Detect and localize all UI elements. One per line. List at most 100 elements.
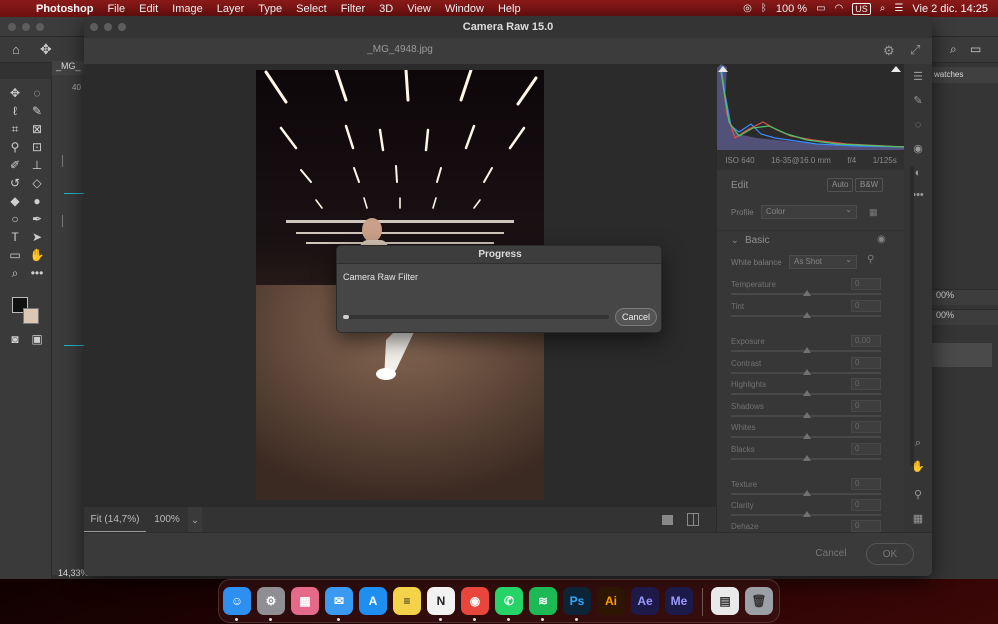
slider-knob[interactable] xyxy=(803,369,811,375)
before-after-icon[interactable] xyxy=(687,513,699,526)
zoom-window-icon[interactable] xyxy=(118,23,126,31)
after-effects-icon[interactable]: Ae xyxy=(631,587,659,615)
temperature-slider[interactable]: Temperature 0 xyxy=(731,278,881,302)
progress-cancel-button[interactable]: Cancel xyxy=(615,308,657,326)
path-select-icon[interactable]: ➤ xyxy=(28,229,46,245)
menu-image[interactable]: Image xyxy=(165,3,210,15)
slider-knob[interactable] xyxy=(803,490,811,496)
move-icon[interactable]: ✥ xyxy=(6,85,24,101)
zoom-100-button[interactable]: 100% xyxy=(146,507,188,533)
workspace-icon[interactable]: ▭ xyxy=(970,42,981,56)
auto-button[interactable]: Auto xyxy=(827,178,854,192)
paint-bucket-icon[interactable]: ◆ xyxy=(6,193,24,209)
lasso-icon[interactable]: ℓ xyxy=(6,103,24,119)
slider-value[interactable]: 0 xyxy=(851,278,881,290)
profile-select[interactable]: Color xyxy=(761,204,857,219)
white-balance-select[interactable]: As Shot xyxy=(789,254,857,269)
grid-overlay-icon[interactable]: ▦ xyxy=(911,512,925,526)
fullscreen-icon[interactable]: ⤢ xyxy=(910,42,920,58)
slider-value[interactable]: 0 xyxy=(851,443,881,455)
gear-icon[interactable]: ⚙ xyxy=(883,43,895,59)
quick-mask-icon[interactable]: ◙ xyxy=(6,331,24,347)
wifi-icon[interactable]: ◠ xyxy=(835,3,844,14)
notion-icon[interactable]: N xyxy=(427,587,455,615)
menu-help[interactable]: Help xyxy=(491,3,528,15)
notes-icon[interactable]: ≡ xyxy=(393,587,421,615)
fill-value[interactable]: 00% xyxy=(936,310,954,320)
mail-icon[interactable]: ✉ xyxy=(325,587,353,615)
battery-percent[interactable]: 100 % xyxy=(776,3,807,15)
pen-icon[interactable]: ✒ xyxy=(28,211,46,227)
menu-edit[interactable]: Edit xyxy=(132,3,165,15)
slider-value[interactable]: 0 xyxy=(851,520,881,532)
history-brush-icon[interactable]: ↺ xyxy=(6,175,24,191)
slider-knob[interactable] xyxy=(803,347,811,353)
photoshop-icon[interactable]: Ps xyxy=(563,587,591,615)
input-source-badge[interactable]: US xyxy=(852,2,871,15)
eye-icon[interactable]: ◉ xyxy=(877,234,886,245)
blur-icon[interactable]: ● xyxy=(28,193,46,209)
close-window-icon[interactable] xyxy=(8,23,16,31)
brush-icon[interactable]: ✐ xyxy=(6,157,24,173)
more-tools-icon[interactable]: ••• xyxy=(28,265,46,281)
dodge-icon[interactable]: ○ xyxy=(6,211,24,227)
slider-value[interactable]: 0,00 xyxy=(851,335,881,347)
chevron-down-icon[interactable]: ⌄ xyxy=(731,235,739,246)
finder-icon[interactable]: ☺ xyxy=(223,587,251,615)
cancel-button[interactable]: Cancel xyxy=(804,543,858,565)
slider-value[interactable]: 0 xyxy=(851,499,881,511)
recent-document-icon[interactable]: ▤ xyxy=(711,587,739,615)
slider-value[interactable]: 0 xyxy=(851,478,881,490)
ok-button[interactable]: OK xyxy=(866,543,914,565)
slider-knob[interactable] xyxy=(803,511,811,517)
slider-knob[interactable] xyxy=(803,290,811,296)
app-store-icon[interactable]: A xyxy=(359,587,387,615)
whatsapp-icon[interactable]: ✆ xyxy=(495,587,523,615)
layers-opacity-row[interactable]: 00% xyxy=(930,289,998,305)
eraser-icon[interactable]: ◇ xyxy=(28,175,46,191)
slider-value[interactable]: 0 xyxy=(851,357,881,369)
single-view-icon[interactable] xyxy=(662,515,673,525)
control-center-icon[interactable]: ☰ xyxy=(894,3,903,14)
highlights-slider[interactable]: Highlights 0 xyxy=(731,378,881,402)
stamp-icon[interactable]: ⊥ xyxy=(28,157,46,173)
panel-scrollbar[interactable] xyxy=(910,166,914,466)
zoom-window-icon[interactable] xyxy=(36,23,44,31)
hand-icon[interactable]: ✋ xyxy=(28,247,46,263)
menu-3d[interactable]: 3D xyxy=(372,3,400,15)
menu-view[interactable]: View xyxy=(400,3,438,15)
chrome-icon[interactable]: ◉ xyxy=(461,587,489,615)
exposure-slider[interactable]: Exposure 0,00 xyxy=(731,335,881,359)
swatches-tab[interactable]: watches xyxy=(930,67,998,83)
selected-layer[interactable] xyxy=(930,343,992,367)
menu-app-photoshop[interactable]: Photoshop xyxy=(30,3,100,15)
close-window-icon[interactable] xyxy=(90,23,98,31)
basic-section-header[interactable]: ⌄ Basic ◉ xyxy=(717,230,905,250)
crop-icon[interactable]: ⌗ xyxy=(6,121,24,137)
menu-layer[interactable]: Layer xyxy=(210,3,252,15)
menu-type[interactable]: Type xyxy=(251,3,289,15)
frame-icon[interactable]: ⊠ xyxy=(28,121,46,137)
marquee-icon[interactable]: ◌ xyxy=(28,85,46,101)
healing-icon[interactable]: ⊡ xyxy=(28,139,46,155)
slider-knob[interactable] xyxy=(803,412,811,418)
background-color-swatch[interactable] xyxy=(23,308,39,324)
eyedropper-icon[interactable]: ⚲ xyxy=(867,254,874,265)
layers-fill-row[interactable]: 00% xyxy=(930,309,998,325)
edit-sliders-icon[interactable]: ☰ xyxy=(911,70,925,84)
screen-mode-icon[interactable]: ▣ xyxy=(28,331,46,347)
spotify-icon[interactable]: ≋ xyxy=(529,587,557,615)
system-preferences-icon[interactable]: ⚙ xyxy=(257,587,285,615)
eyedropper-icon[interactable]: ⚲ xyxy=(6,139,24,155)
type-icon[interactable]: T xyxy=(6,229,24,245)
slider-value[interactable]: 0 xyxy=(851,421,881,433)
media-encoder-icon[interactable]: Me xyxy=(665,587,693,615)
menu-filter[interactable]: Filter xyxy=(334,3,372,15)
masking-icon[interactable]: ◌ xyxy=(911,118,925,132)
quick-select-icon[interactable]: ✎ xyxy=(28,103,46,119)
illustrator-icon[interactable]: Ai xyxy=(597,587,625,615)
tint-slider[interactable]: Tint 0 xyxy=(731,300,881,324)
fit-zoom-button[interactable]: Fit (14,7%) xyxy=(84,507,146,533)
profile-browser-icon[interactable]: ▦ xyxy=(869,207,878,218)
zoom-icon[interactable]: ⌕ xyxy=(6,265,24,281)
